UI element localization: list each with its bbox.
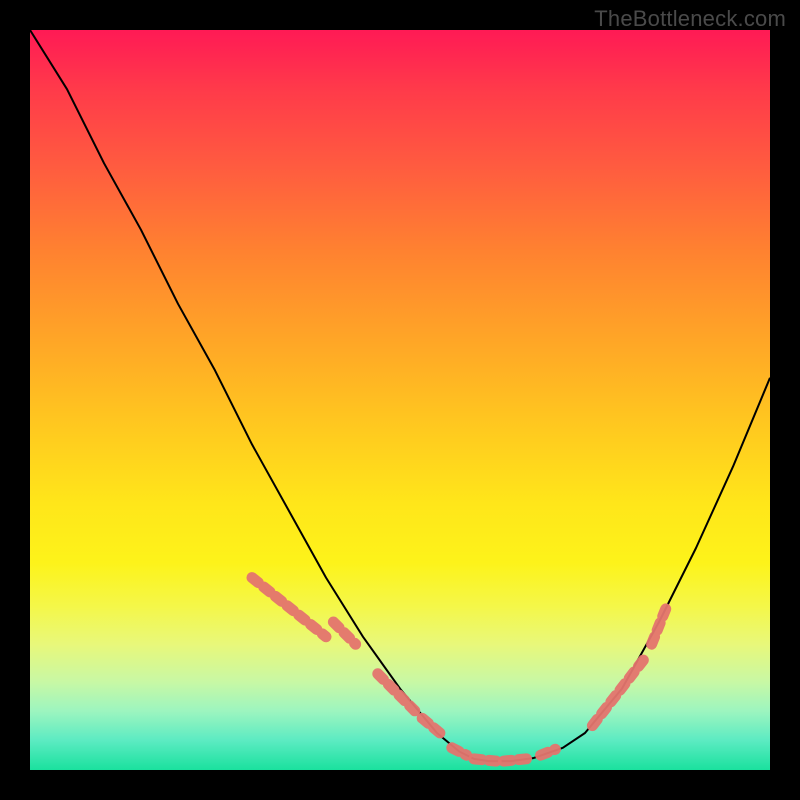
bottleneck-curve bbox=[30, 30, 770, 761]
highlight-segment bbox=[378, 674, 415, 711]
highlight-segment bbox=[474, 759, 496, 761]
highlight-segment bbox=[452, 748, 467, 755]
curve-layer bbox=[30, 30, 770, 761]
highlight-segment bbox=[504, 758, 534, 761]
watermark-text: TheBottleneck.com bbox=[594, 6, 786, 32]
chart-svg bbox=[30, 30, 770, 770]
chart-frame: TheBottleneck.com bbox=[0, 0, 800, 800]
highlight-segment bbox=[422, 718, 444, 737]
highlight-segment bbox=[541, 749, 556, 755]
highlight-segment bbox=[652, 607, 667, 644]
highlight-segment bbox=[592, 659, 644, 726]
highlight-segment bbox=[252, 578, 326, 637]
highlight-segment bbox=[333, 622, 355, 644]
highlight-layer bbox=[252, 578, 666, 762]
plot-area bbox=[30, 30, 770, 770]
